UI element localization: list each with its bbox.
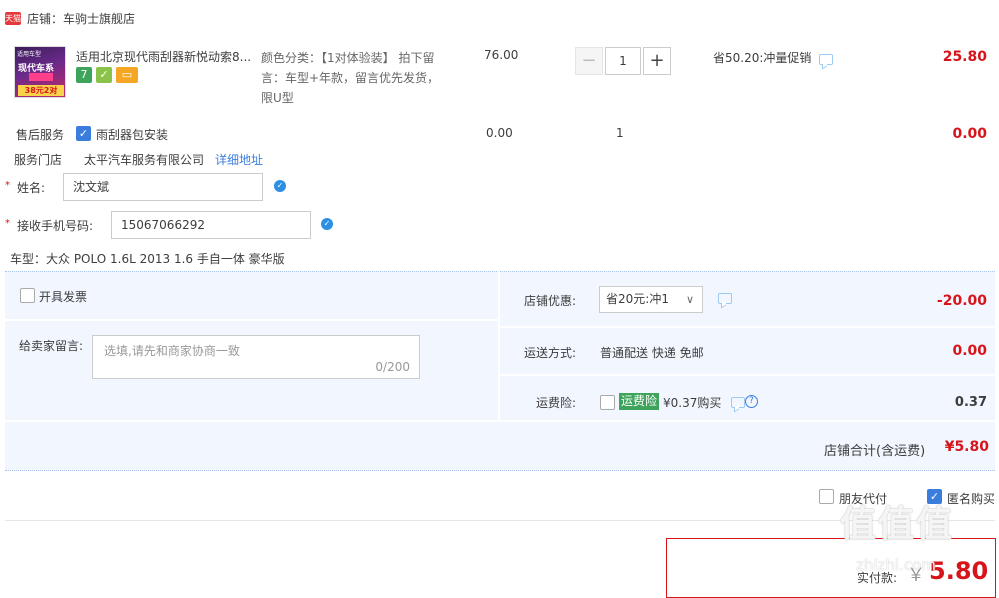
invoice-label[interactable]: 开具发票 [39, 288, 87, 305]
phone-input[interactable]: 15067066292 [111, 211, 311, 239]
sku-info: 颜色分类：【1对体验装】 拍下留言：车型+年款，留言优先发货，限U型 [261, 51, 440, 105]
shipping-price: 0.00 [952, 343, 987, 359]
service-store-label: 服务门店 [14, 153, 63, 167]
panel-divider [5, 319, 498, 321]
shipping-method: 普通配送 快递 免邮 [600, 346, 704, 360]
insurance-label: 运费险: [536, 396, 577, 410]
store-address-link[interactable]: 详细地址 [215, 151, 263, 168]
service-price: 0.00 [486, 126, 513, 140]
invoice-checkbox[interactable] [20, 288, 35, 303]
thumb-text-1: 适用车型 [17, 51, 42, 58]
friend-pay-checkbox[interactable] [819, 489, 834, 504]
promotion-text: 省50.20:冲量促销 [713, 51, 812, 65]
card-icon[interactable]: ▭ [116, 67, 138, 83]
watermark-url: zhizhi.com [856, 556, 936, 574]
unit-price: 76.00 [484, 48, 519, 62]
insurance-checkbox[interactable] [600, 395, 615, 410]
promo-chat-icon[interactable] [819, 54, 833, 65]
name-input[interactable]: 沈文斌 [63, 173, 263, 201]
panel-divider [500, 326, 995, 328]
insurance-tag: 运费险 [619, 393, 660, 410]
shop-name[interactable]: 店铺：车驹士旗舰店 [27, 10, 135, 27]
chevron-down-icon: ∨ [685, 293, 694, 306]
after-sale-label: 售后服务 [16, 128, 65, 142]
panel-divider [500, 374, 995, 376]
insurance-price-text: ¥0.37购买 [663, 396, 722, 410]
thumb-text-3: 38元2对 [18, 85, 64, 96]
shop-discount-selected: 省20元:冲1 [606, 292, 669, 306]
actual-payment-box: 实付款: ￥ 5.80 [666, 538, 996, 598]
phone-verified-icon: ✓ [321, 218, 333, 230]
product-thumbnail[interactable]: 适用车型 现代车系 38元2对 [14, 46, 66, 98]
discount-chat-icon[interactable] [718, 293, 732, 304]
seven-day-return-icon[interactable]: 7 [76, 67, 92, 83]
required-mark: * [5, 180, 10, 191]
service-subtotal: 0.00 [952, 126, 987, 142]
quantity-decrease-button[interactable]: − [575, 47, 603, 75]
install-checkbox[interactable]: ✓ [76, 126, 91, 141]
item-subtotal: 25.80 [942, 49, 987, 65]
required-mark: * [5, 218, 10, 229]
name-label: 姓名: [17, 181, 46, 195]
product-title[interactable]: 适用北京现代雨刮器新悦动索8... [76, 48, 256, 65]
panel-divider [5, 420, 995, 422]
shop-total-label: 店铺合计(含运费) [824, 444, 926, 459]
watermark-text: 值值值 [840, 504, 955, 545]
insurance-chat-icon[interactable] [731, 397, 745, 408]
shop-discount-select[interactable]: 省20元:冲1 ∨ [599, 286, 703, 313]
phone-label: 接收手机号码: [17, 219, 94, 233]
help-icon[interactable]: ? [745, 395, 758, 408]
message-label: 给卖家留言: [19, 339, 84, 353]
thumb-badge [29, 73, 53, 81]
car-model-text: 车型：大众 POLO 1.6L 2013 1.6 手自一体 豪华版 [10, 252, 285, 266]
service-store-name: 太平汽车服务有限公司 [84, 153, 205, 167]
seller-message-input[interactable]: 选填,请先和商家协商一致 0/200 [92, 335, 420, 379]
name-verified-icon: ✓ [274, 180, 286, 192]
message-placeholder: 选填,请先和商家协商一致 [104, 344, 240, 358]
shop-discount-value: -20.00 [936, 293, 987, 309]
shop-discount-label: 店铺优惠: [524, 294, 577, 308]
quantity-increase-button[interactable]: + [643, 47, 671, 75]
shop-total-value: ¥5.80 [944, 439, 989, 455]
install-option-label[interactable]: 雨刮器包安装 [96, 126, 168, 143]
insurance-value: 0.37 [954, 395, 987, 410]
message-counter: 0/200 [375, 360, 410, 374]
actual-payment-value: 5.80 [929, 557, 989, 585]
quantity-input[interactable] [605, 47, 641, 75]
shop-header: 天猫 店铺：车驹士旗舰店 [0, 0, 999, 40]
service-quantity: 1 [616, 126, 624, 140]
tmall-icon: 天猫 [5, 12, 21, 25]
guarantee-icon[interactable]: ✓ [96, 67, 112, 83]
anonymous-label[interactable]: 匿名购买 [947, 490, 995, 507]
panel-divider [498, 271, 500, 421]
shipping-label: 运送方式: [524, 346, 577, 360]
